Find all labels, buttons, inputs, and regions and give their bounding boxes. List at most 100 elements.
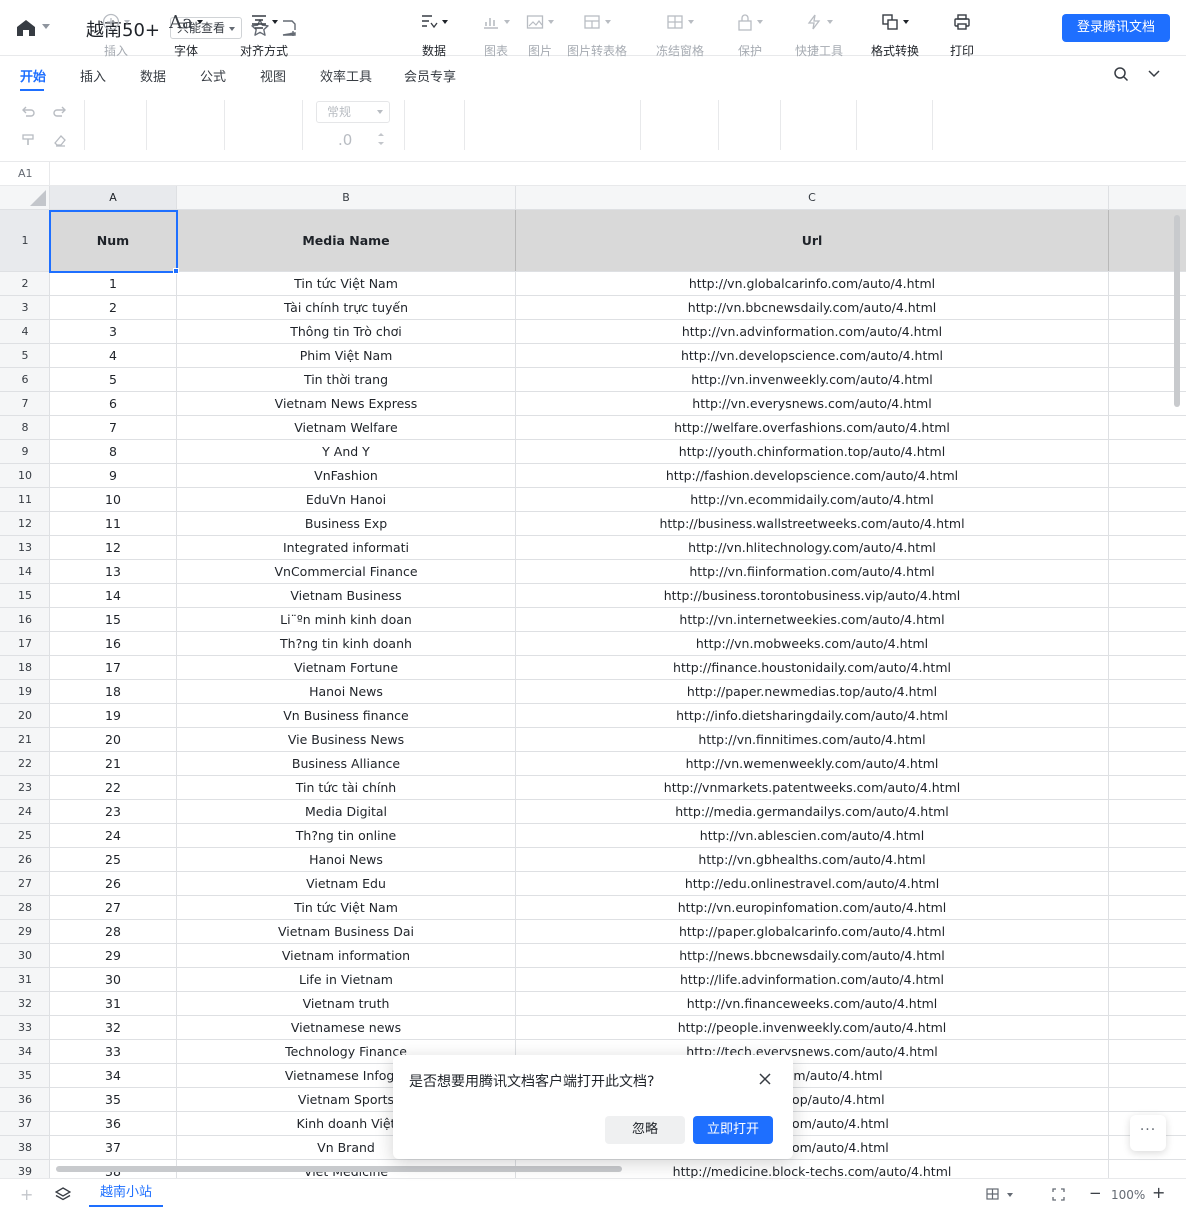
home-icon[interactable] [16,19,36,37]
media-name-cell[interactable]: Vietnam Welfare [177,416,516,439]
num-cell[interactable]: 5 [50,368,177,391]
url-cell[interactable]: http://edu.onlinestravel.com/auto/4.html [516,872,1109,895]
empty-cell[interactable] [1109,992,1186,1015]
media-name-cell[interactable]: Life in Vietnam [177,968,516,991]
undo-icon[interactable] [20,104,36,120]
select-all-triangle-icon[interactable] [30,190,46,206]
header-cell[interactable]: Url [516,210,1109,271]
eraser-icon[interactable] [52,132,68,148]
column-header-a[interactable]: A [50,186,177,210]
tab-formula[interactable]: 公式 [200,66,226,85]
row-number[interactable]: 31 [0,968,49,992]
row-number[interactable]: 16 [0,608,49,632]
num-cell[interactable]: 1 [50,272,177,295]
row-number[interactable]: 18 [0,656,49,680]
url-cell[interactable]: http://info.dietsharingdaily.com/auto/4.… [516,704,1109,727]
empty-cell[interactable] [1109,728,1186,751]
empty-cell[interactable] [1109,656,1186,679]
url-cell[interactable]: http://fashion.developscience.com/auto/4… [516,464,1109,487]
row-number[interactable]: 36 [0,1088,49,1112]
empty-cell[interactable] [1109,800,1186,823]
url-cell[interactable]: http://vn.internetweekies.com/auto/4.htm… [516,608,1109,631]
url-cell[interactable]: http://vn.invenweekly.com/auto/4.html [516,368,1109,391]
empty-cell[interactable] [1109,848,1186,871]
empty-cell[interactable] [1109,1016,1186,1039]
grid-view-icon[interactable] [986,1188,999,1200]
font-button[interactable]: Aa 字体 [168,10,204,59]
row-number[interactable]: 23 [0,776,49,800]
row-number[interactable]: 22 [0,752,49,776]
url-cell[interactable]: http://vn.ablescien.com/auto/4.html [516,824,1109,847]
num-cell[interactable]: 31 [50,992,177,1015]
row-number[interactable]: 34 [0,1040,49,1064]
login-button[interactable]: 登录腾讯文档 [1062,14,1170,42]
media-name-cell[interactable]: Vietnam Fortune [177,656,516,679]
num-cell[interactable]: 3 [50,320,177,343]
row-number[interactable]: 29 [0,920,49,944]
media-name-cell[interactable]: Phim Việt Nam [177,344,516,367]
num-cell[interactable]: 8 [50,440,177,463]
layers-icon[interactable] [55,1187,71,1201]
row-number[interactable]: 7 [0,392,49,416]
url-cell[interactable]: http://business.wallstreetweeks.com/auto… [516,512,1109,535]
url-cell[interactable]: http://vn.bbcnewsdaily.com/auto/4.html [516,296,1109,319]
media-name-cell[interactable]: Y And Y [177,440,516,463]
empty-cell[interactable] [1109,560,1186,583]
column-header-b[interactable]: B [177,186,516,210]
row-number[interactable]: 32 [0,992,49,1016]
sheet-tab-active[interactable]: 越南小站 [89,1179,163,1207]
add-sheet-icon[interactable]: + [20,1185,33,1204]
empty-cell[interactable] [1109,1160,1186,1178]
num-cell[interactable]: 20 [50,728,177,751]
decimal-places[interactable]: .0 [338,131,352,149]
fullscreen-icon[interactable] [1052,1188,1065,1201]
num-cell[interactable]: 25 [50,848,177,871]
num-cell[interactable]: 21 [50,752,177,775]
num-cell[interactable]: 33 [50,1040,177,1063]
row-number[interactable]: 38 [0,1136,49,1160]
row-number[interactable]: 21 [0,728,49,752]
image-button[interactable]: 图片 [522,10,558,59]
num-cell[interactable]: 9 [50,464,177,487]
url-cell[interactable]: http://vn.globalcarinfo.com/auto/4.html [516,272,1109,295]
url-cell[interactable]: http://vn.finnitimes.com/auto/4.html [516,728,1109,751]
row-number[interactable]: 15 [0,584,49,608]
open-now-button[interactable]: 立即打开 [693,1116,773,1144]
url-cell[interactable]: http://vn.wemenweekly.com/auto/4.html [516,752,1109,775]
row-number[interactable]: 8 [0,416,49,440]
row-number[interactable]: 9 [0,440,49,464]
row-number[interactable]: 28 [0,896,49,920]
empty-cell[interactable] [1109,1064,1186,1087]
zoom-level[interactable]: 100% [1111,1188,1145,1202]
num-cell[interactable]: 7 [50,416,177,439]
num-cell[interactable]: 36 [50,1112,177,1135]
empty-cell[interactable] [1109,440,1186,463]
freeze-panes-button[interactable]: 冻结窗格 [654,10,706,59]
empty-cell[interactable] [1109,1088,1186,1111]
row-number[interactable]: 10 [0,464,49,488]
num-cell[interactable]: 24 [50,824,177,847]
row-number[interactable]: 26 [0,848,49,872]
url-cell[interactable]: http://business.torontobusiness.vip/auto… [516,584,1109,607]
empty-cell[interactable] [1109,944,1186,967]
tab-efficiency-tools[interactable]: 效率工具 [320,66,372,85]
row-number[interactable]: 4 [0,320,49,344]
num-cell[interactable]: 35 [50,1088,177,1111]
media-name-cell[interactable]: VnFashion [177,464,516,487]
horizontal-scrollbar[interactable] [56,1166,622,1172]
num-cell[interactable]: 18 [50,680,177,703]
url-cell[interactable]: http://vn.developscience.com/auto/4.html [516,344,1109,367]
row-number[interactable]: 3 [0,296,49,320]
empty-cell[interactable] [1109,968,1186,991]
media-name-cell[interactable]: Vietnam truth [177,992,516,1015]
empty-cell[interactable] [1109,488,1186,511]
num-cell[interactable]: 15 [50,608,177,631]
format-convert-button[interactable]: 格式转换 [870,10,920,59]
num-cell[interactable]: 11 [50,512,177,535]
media-name-cell[interactable]: Th?ng tin online [177,824,516,847]
row-number[interactable]: 35 [0,1064,49,1088]
column-header-c[interactable]: C [516,186,1109,210]
row-number[interactable]: 2 [0,272,49,296]
url-cell[interactable]: http://finance.houstonidaily.com/auto/4.… [516,656,1109,679]
url-cell[interactable]: http://welfare.overfashions.com/auto/4.h… [516,416,1109,439]
